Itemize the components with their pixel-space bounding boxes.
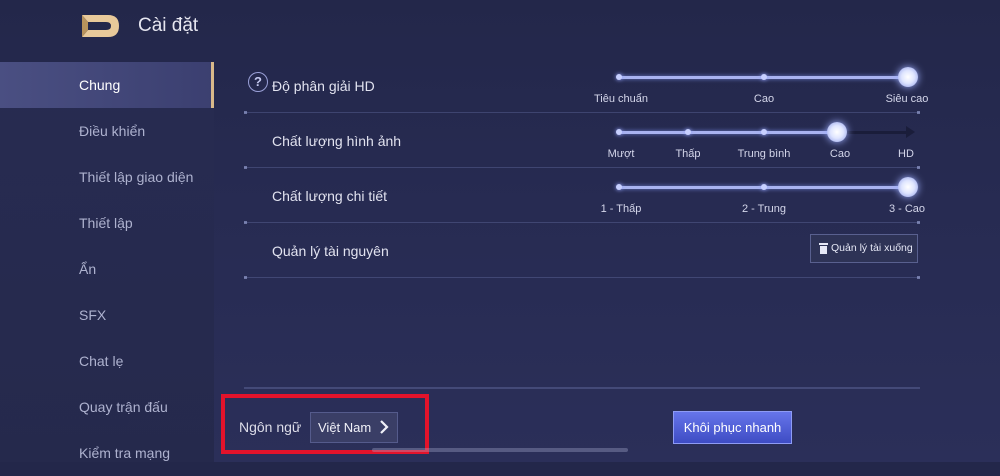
help-icon[interactable]: ? — [248, 72, 268, 92]
setting-label: Độ phân giải HD — [272, 78, 375, 94]
setting-label: Chất lượng chi tiết — [272, 188, 388, 204]
sidebar-item-label: Ẩn — [79, 261, 97, 277]
slider-stop[interactable] — [761, 74, 767, 80]
manage-downloads-label: Quản lý tài xuống — [831, 242, 913, 254]
setting-label: Chất lượng hình ảnh — [272, 133, 402, 149]
back-arrow-icon[interactable] — [78, 12, 122, 40]
sidebar-item-network[interactable]: Kiểm tra mạng — [0, 430, 214, 476]
sidebar-item-label: Quay trận đấu — [79, 399, 168, 415]
slider-option-label: 2 - Trung — [741, 203, 787, 215]
header: Cài đặt — [0, 0, 1000, 55]
language-label: Ngôn ngữ — [239, 419, 302, 435]
image-quality-slider[interactable] — [619, 131, 837, 134]
sidebar-item-quick-chat[interactable]: Chat lẹ — [0, 338, 214, 384]
setting-label: Quản lý tài nguyên — [272, 243, 389, 259]
trash-icon — [819, 243, 828, 254]
setting-row-detail-quality: Chất lượng chi tiết 1 - Thấp 2 - Trung 3… — [244, 168, 925, 224]
slider-stop[interactable] — [616, 184, 622, 190]
sidebar-item-interface[interactable]: Thiết lập giao diện — [0, 154, 214, 200]
slider-stop[interactable] — [761, 184, 767, 190]
divider — [244, 387, 920, 389]
slider-option-label: Cao — [753, 93, 775, 105]
slider-option-label: Cao — [829, 148, 851, 160]
slider-option-label: HD — [898, 148, 914, 160]
sidebar-item-label: Thiết lập — [79, 215, 133, 231]
slider-knob[interactable] — [827, 122, 847, 142]
chevron-right-icon — [380, 420, 389, 434]
language-value: Việt Nam — [318, 420, 372, 435]
sidebar: Chung Điều khiển Thiết lập giao diện Thi… — [0, 62, 214, 462]
manage-downloads-button[interactable]: Quản lý tài xuống — [810, 234, 918, 263]
sidebar-item-label: Kiểm tra mạng — [79, 445, 171, 461]
scrollbar[interactable] — [372, 448, 628, 452]
sidebar-item-hide[interactable]: Ẩn — [0, 246, 214, 292]
slider-option-label: Tiêu chuẩn — [593, 93, 649, 105]
sidebar-item-setup[interactable]: Thiết lập — [0, 200, 214, 246]
slider-option-label: 1 - Thấp — [600, 203, 642, 215]
sidebar-item-label: SFX — [79, 307, 107, 323]
page-title: Cài đặt — [138, 15, 199, 36]
sidebar-item-sfx[interactable]: SFX — [0, 292, 214, 338]
setting-row-resource-management: Quản lý tài nguyên Quản lý tài xuống — [244, 223, 920, 279]
quick-restore-button[interactable]: Khôi phục nhanh — [673, 411, 792, 444]
slider-knob[interactable] — [898, 177, 918, 197]
slider-stop[interactable] — [616, 74, 622, 80]
sidebar-item-label: Điều khiển — [79, 123, 146, 139]
setting-row-resolution: ? Độ phân giải HD Tiêu chuẩn Cao Siêu ca… — [244, 58, 928, 114]
divider — [244, 276, 920, 279]
sidebar-item-controls[interactable]: Điều khiển — [0, 108, 214, 154]
setting-row-image-quality: Chất lượng hình ảnh Mượt Thấp Trung bình… — [244, 113, 920, 169]
slider-option-label: 3 - Cao — [888, 203, 926, 215]
slider-option-label: Trung bình — [737, 148, 791, 160]
sidebar-item-label: Chung — [79, 77, 121, 93]
slider-option-label: Thấp — [675, 148, 701, 160]
sidebar-item-label: Thiết lập giao diện — [79, 169, 194, 185]
slider-option-label: Mượt — [607, 148, 635, 160]
slider-stop[interactable] — [761, 129, 767, 135]
quick-restore-label: Khôi phục nhanh — [683, 420, 782, 435]
slider-stop[interactable] — [685, 129, 691, 135]
language-select[interactable]: Việt Nam — [310, 412, 398, 443]
slider-track-unfilled — [837, 131, 907, 134]
sidebar-item-label: Chat lẹ — [79, 353, 124, 369]
arrow-right-icon — [906, 126, 915, 138]
slider-stop[interactable] — [616, 129, 622, 135]
slider-option-label: Siêu cao — [885, 93, 929, 105]
slider-knob[interactable] — [898, 67, 918, 87]
sidebar-item-replay[interactable]: Quay trận đấu — [0, 384, 214, 430]
sidebar-item-general[interactable]: Chung — [0, 62, 214, 108]
